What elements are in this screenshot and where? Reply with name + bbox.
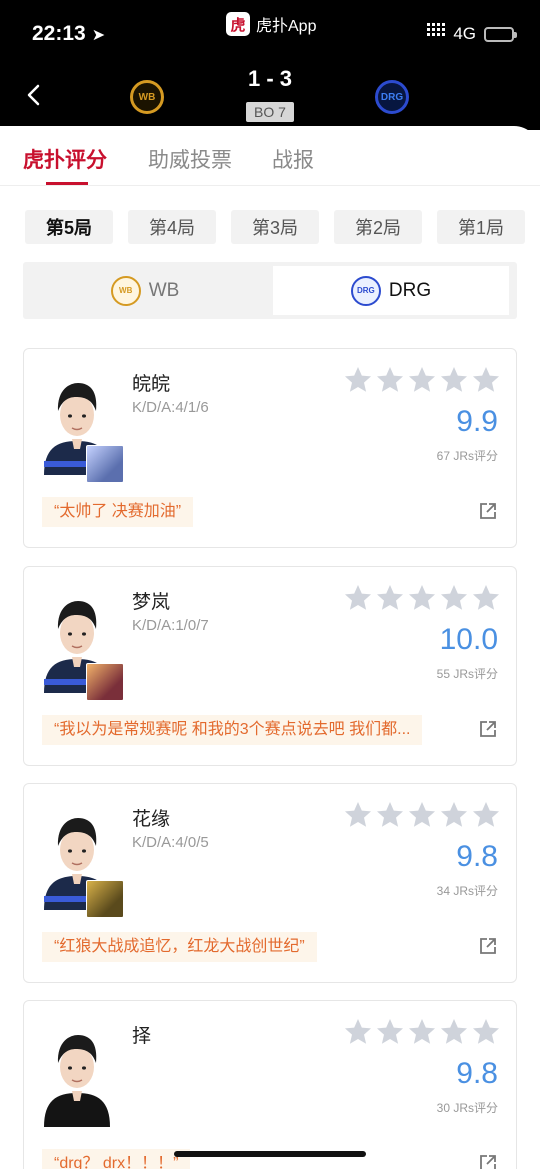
player-name: 皖皖 — [132, 374, 171, 395]
star-icon[interactable] — [471, 365, 501, 395]
team-logo-drg-text: DRG — [380, 91, 404, 103]
rating-stars[interactable] — [343, 365, 501, 395]
status-right: 4G — [427, 24, 517, 44]
player-card[interactable]: 皖皖 K/D/A:4/1/6 9.9 67 JRs评分 “太帅了 决赛加油” — [23, 348, 517, 548]
network-label: 4G — [453, 24, 476, 43]
match-score: 1 - 3 — [247, 66, 293, 91]
location-arrow-icon: ➤ — [91, 27, 106, 44]
drg-logo-icon: DRG — [350, 275, 381, 306]
app-title: 虎扑App — [256, 18, 317, 35]
app-title-pill: 虎 虎扑App — [226, 12, 316, 36]
round-tab-3[interactable]: 第3局 — [231, 210, 319, 244]
top-comment[interactable]: “太帅了 决赛加油” — [42, 497, 194, 527]
active-tab-indicator — [46, 182, 88, 185]
share-icon[interactable] — [478, 719, 498, 739]
player-kda: K/D/A:4/0/5 — [132, 834, 209, 851]
player-rating: 9.8 — [456, 840, 498, 873]
tab-report[interactable]: 战报 — [272, 144, 314, 174]
player-name: 择 — [132, 1026, 152, 1047]
star-icon[interactable] — [439, 583, 469, 613]
wb-logo-icon: WB — [110, 275, 141, 306]
player-rating: 10.0 — [439, 623, 498, 656]
rating-stars[interactable] — [343, 1017, 501, 1047]
star-icon[interactable] — [471, 800, 501, 830]
star-icon[interactable] — [375, 1017, 405, 1047]
team-option-drg-label: DRG — [388, 279, 432, 301]
round-tab-2[interactable]: 第2局 — [334, 210, 422, 244]
star-icon[interactable] — [407, 800, 437, 830]
round-tab-4[interactable]: 第4局 — [128, 210, 216, 244]
rating-count: 55 JRs评分 — [436, 667, 498, 681]
player-card[interactable]: 梦岚 K/D/A:1/0/7 10.0 55 JRs评分 “我以为是常规赛呢 和… — [23, 566, 517, 766]
player-avatar — [42, 1021, 112, 1127]
player-kda: K/D/A:1/0/7 — [132, 617, 209, 634]
star-icon[interactable] — [407, 1017, 437, 1047]
hupu-logo: 虎 — [226, 12, 250, 36]
player-card[interactable]: 择 9.8 30 JRs评分 “drg？ drx！！！” — [23, 1000, 517, 1169]
team-switch: WB WB DRG DRG — [23, 262, 517, 319]
star-icon[interactable] — [439, 800, 469, 830]
tab-hupu-rating[interactable]: 虎扑评分 — [23, 144, 107, 174]
team-logo-wb-text: WB — [138, 91, 156, 103]
status-time: 22:13 ➤ — [32, 22, 105, 46]
star-icon[interactable] — [375, 583, 405, 613]
team-logo-drg[interactable]: DRG — [375, 80, 409, 114]
star-icon[interactable] — [375, 365, 405, 395]
rating-count: 30 JRs评分 — [436, 1101, 498, 1115]
share-icon[interactable] — [478, 501, 498, 521]
hero-portrait — [86, 663, 124, 701]
rating-stars[interactable] — [343, 800, 501, 830]
time-text: 22:13 — [32, 22, 86, 45]
rating-stars[interactable] — [343, 583, 501, 613]
star-icon[interactable] — [343, 365, 373, 395]
star-icon[interactable] — [407, 365, 437, 395]
player-name: 梦岚 — [132, 592, 171, 613]
player-rating: 9.8 — [456, 1057, 498, 1090]
star-icon[interactable] — [439, 365, 469, 395]
team-option-wb[interactable]: WB WB — [27, 266, 263, 315]
star-icon[interactable] — [343, 583, 373, 613]
star-icon[interactable] — [439, 1017, 469, 1047]
tab-cheer-vote[interactable]: 助威投票 — [148, 144, 232, 174]
round-tab-5[interactable]: 第5局 — [25, 210, 113, 244]
home-indicator — [174, 1151, 366, 1157]
team-option-wb-label: WB — [148, 279, 180, 301]
round-selector: 第5局 第4局 第3局 第2局 第1局 — [25, 210, 525, 244]
rating-count: 67 JRs评分 — [436, 449, 498, 463]
star-icon[interactable] — [471, 583, 501, 613]
player-name: 花缘 — [132, 809, 171, 830]
star-icon[interactable] — [375, 800, 405, 830]
star-icon[interactable] — [343, 800, 373, 830]
top-comment[interactable]: “我以为是常规赛呢 和我的3个赛点说去吧 我们都... — [42, 715, 423, 745]
hero-portrait — [86, 445, 124, 483]
hero-portrait — [86, 880, 124, 918]
match-header: 22:13 ➤ 虎 虎扑App 4G WB 1 - 3 BO 7 DRG — [0, 0, 540, 130]
top-comment[interactable]: “drg？ drx！！！” — [42, 1149, 191, 1169]
player-rating: 9.9 — [456, 405, 498, 438]
round-tab-1[interactable]: 第1局 — [437, 210, 525, 244]
signal-icon — [427, 32, 446, 36]
share-icon[interactable] — [478, 1153, 498, 1169]
share-icon[interactable] — [478, 936, 498, 956]
main-tabs: 虎扑评分 助威投票 战报 — [0, 126, 540, 186]
team-option-drg[interactable]: DRG DRG — [273, 266, 509, 315]
star-icon[interactable] — [407, 583, 437, 613]
top-comment[interactable]: “红狼大战成追忆，红龙大战创世纪” — [42, 932, 317, 962]
star-icon[interactable] — [343, 1017, 373, 1047]
player-kda: K/D/A:4/1/6 — [132, 399, 209, 416]
battery-icon — [484, 26, 517, 42]
star-icon[interactable] — [471, 1017, 501, 1047]
player-card[interactable]: 花缘 K/D/A:4/0/5 9.8 34 JRs评分 “红狼大战成追忆，红龙大… — [23, 783, 517, 983]
match-format-badge: BO 7 — [246, 102, 294, 122]
rating-count: 34 JRs评分 — [436, 884, 498, 898]
